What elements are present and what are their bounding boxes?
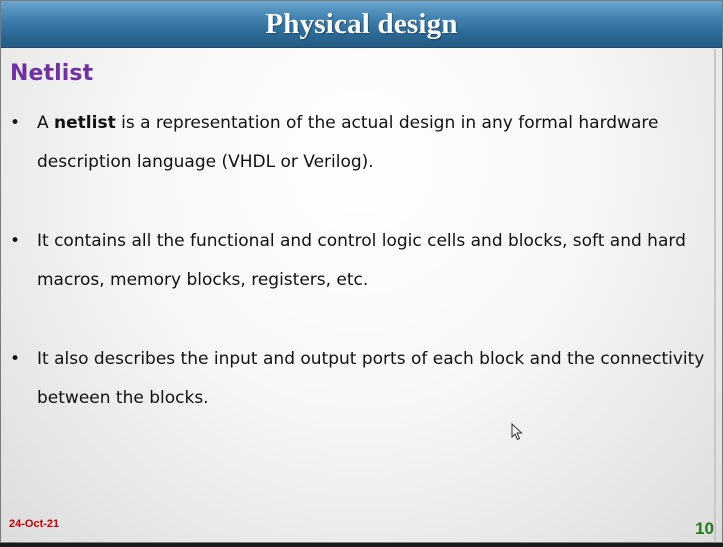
bullet-text: It also describes the input and output p… xyxy=(37,349,705,408)
page-number: 10 xyxy=(695,519,714,538)
bullet-text-bold-term: netlist xyxy=(54,113,116,133)
bullet-text: It contains all the functional and contr… xyxy=(37,231,686,290)
footer-date: 24-Oct-21 xyxy=(9,518,60,530)
title-bar: Physical design xyxy=(1,1,722,48)
slide: Physical design Netlist • A netlist is a… xyxy=(0,0,723,543)
bullet-text-rest: is a representation of the actual design… xyxy=(37,113,659,172)
slide-title: Physical design xyxy=(265,8,458,40)
mouse-pointer-icon xyxy=(511,423,523,441)
bullet-dot: • xyxy=(10,349,21,369)
section-heading: Netlist xyxy=(10,61,94,86)
slide-right-border xyxy=(714,49,716,541)
bullet-text-prefix: A xyxy=(37,113,55,133)
bullet-dot: • xyxy=(10,113,21,133)
bullet-dot: • xyxy=(10,231,21,251)
bullet-text: A netlist is a representation of the act… xyxy=(37,104,710,182)
